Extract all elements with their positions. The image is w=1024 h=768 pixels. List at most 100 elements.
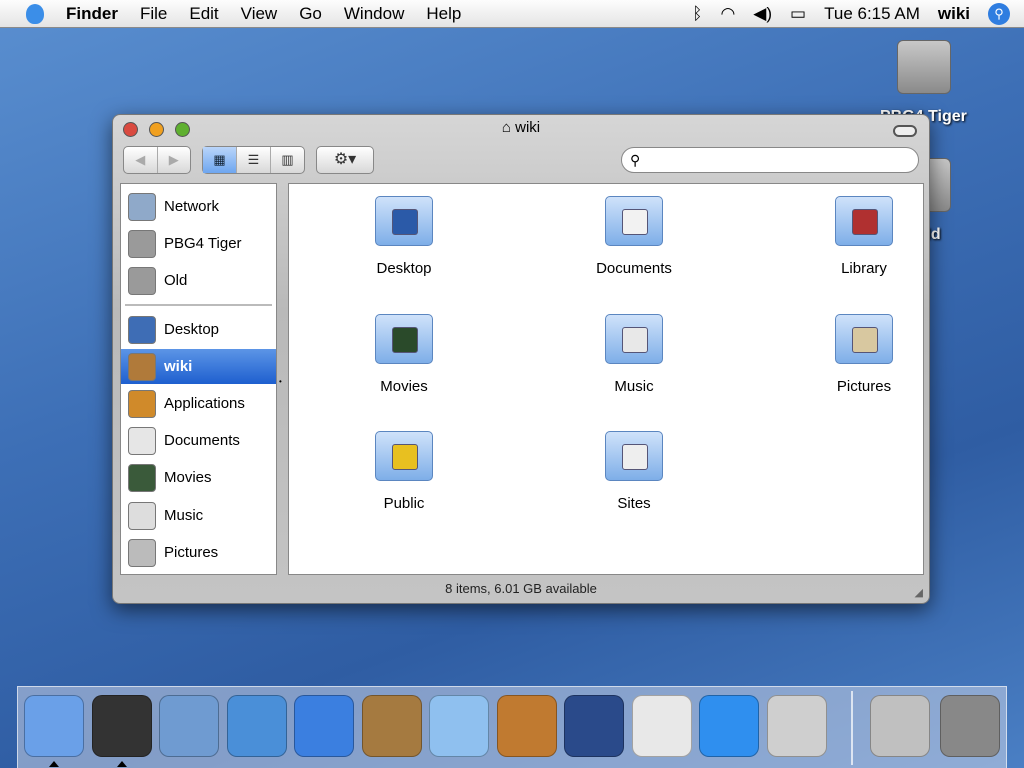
search-icon: ⚲ — [630, 152, 641, 168]
sidebar-item-movies[interactable]: Movies — [121, 460, 276, 495]
sidebar-item-applications[interactable]: Applications — [121, 386, 276, 421]
dock-system-preferences-icon[interactable] — [766, 695, 827, 757]
folder-movies[interactable]: Movies — [329, 314, 479, 395]
user-menu[interactable]: wiki — [938, 4, 970, 24]
folder-icon — [605, 196, 663, 246]
dock-dashboard-icon[interactable] — [91, 695, 152, 757]
volume-icon[interactable]: ◀) — [753, 4, 772, 24]
wifi-icon[interactable]: ◠ — [720, 4, 735, 24]
hard-drive-icon[interactable] — [897, 40, 951, 94]
folder-pictures[interactable]: Pictures — [789, 314, 939, 395]
gear-icon: ⚙▾ — [333, 151, 357, 168]
window-title: ⌂ wiki — [501, 119, 541, 136]
library-emblem-icon — [852, 209, 878, 235]
dock-mail-icon[interactable] — [159, 695, 219, 757]
sidebar-item-label: Movies — [164, 469, 212, 486]
sidebar-item-label: Music — [164, 507, 204, 524]
home-icon: ⌂ — [501, 119, 516, 136]
network-icon — [128, 192, 156, 221]
back-button[interactable]: ◀ — [124, 147, 158, 173]
folder-label: Pictures — [836, 378, 892, 395]
running-indicator — [49, 761, 59, 767]
folder-music[interactable]: Music — [559, 314, 709, 395]
apple-menu-icon[interactable] — [26, 3, 44, 24]
applications-icon — [128, 389, 156, 418]
sidebar-item-documents[interactable]: Documents — [121, 423, 276, 458]
folder-label: Public — [383, 495, 425, 512]
sidebar-item-wiki[interactable]: wiki — [121, 349, 276, 384]
pictures-icon — [128, 538, 156, 567]
sidebar-item-network[interactable]: Network — [121, 189, 276, 224]
sites-emblem-icon — [622, 444, 648, 470]
search-input[interactable]: ⚲ — [621, 147, 919, 173]
wiki-icon — [128, 352, 156, 381]
column-view-button[interactable]: ▥ — [271, 147, 304, 173]
toolbar-toggle-button[interactable] — [893, 125, 917, 137]
sidebar-item-music[interactable]: Music — [121, 498, 276, 533]
menu-edit[interactable]: Edit — [189, 4, 218, 24]
dock — [17, 686, 1007, 768]
sidebar-item-desktop[interactable]: Desktop — [121, 312, 276, 347]
folder-icon — [375, 314, 433, 364]
dock-finder-icon[interactable] — [24, 695, 84, 757]
dock-separator — [851, 691, 853, 765]
menu-go[interactable]: Go — [299, 4, 322, 24]
sidebar-item-label: Desktop — [164, 321, 220, 338]
running-indicator — [116, 761, 127, 767]
folder-public[interactable]: Public — [329, 431, 479, 512]
folder-library[interactable]: Library — [789, 196, 939, 277]
sidebar-item-label: PBG4 Tiger — [164, 235, 242, 252]
folder-icon — [835, 314, 893, 364]
menu-file[interactable]: File — [140, 4, 167, 24]
sidebar-item-label: Network — [164, 198, 220, 215]
folder-label: Desktop — [376, 260, 432, 277]
dock-imovie-icon[interactable] — [564, 695, 624, 757]
forward-button[interactable]: ▶ — [158, 147, 191, 173]
movies-emblem-icon — [392, 327, 418, 353]
menu-help[interactable]: Help — [426, 4, 461, 24]
clock[interactable]: Tue 6:15 AM — [824, 4, 920, 24]
bluetooth-icon[interactable]: ᛒ — [692, 4, 702, 24]
pictures-emblem-icon — [852, 327, 878, 353]
sidebar: Network PBG4 Tiger Old Desktop wiki Applicati… — [120, 183, 277, 575]
sidebar-item-pictures[interactable]: Pictures — [121, 535, 276, 570]
dock-address-book-icon[interactable] — [361, 695, 422, 757]
dock-safari-icon[interactable] — [226, 695, 287, 757]
dock-internet-connect-icon[interactable] — [870, 695, 930, 757]
sidebar-item-old[interactable]: Old — [121, 263, 276, 298]
action-menu-button[interactable]: ⚙▾ — [316, 146, 374, 174]
view-switcher: ▦ ☰ ▥ — [202, 146, 305, 174]
folder-documents[interactable]: Documents — [559, 196, 709, 277]
folder-icon — [605, 314, 663, 364]
dock-iphoto-icon[interactable] — [496, 695, 557, 757]
documents-emblem-icon — [622, 209, 648, 235]
folder-label: Library — [841, 260, 887, 277]
resize-grip[interactable]: ◢ — [915, 586, 923, 599]
sidebar-item-label: Pictures — [164, 544, 219, 561]
dock-ical-icon[interactable] — [631, 695, 692, 757]
icon-view-button[interactable]: ▦ — [203, 147, 237, 173]
folder-label: Sites — [617, 495, 651, 512]
documents-icon — [128, 426, 156, 455]
folder-sites[interactable]: Sites — [559, 431, 709, 512]
movies-icon — [128, 463, 156, 492]
finder-window: ⌂ wiki ◀ ▶ ▦ ☰ ▥ ⚙▾ ⚲ Network PBG4 Tiger O… — [112, 114, 930, 604]
dock-ichat-icon[interactable] — [294, 695, 354, 757]
menu-window[interactable]: Window — [344, 4, 404, 24]
icon-view-content: Desktop Documents Library Movies Music Pictur… — [288, 183, 924, 575]
music-icon — [128, 501, 156, 530]
dock-trash-icon[interactable] — [940, 695, 1000, 757]
sidebar-resize-handle[interactable]: • — [279, 377, 282, 386]
list-view-button[interactable]: ☰ — [237, 147, 271, 173]
folder-desktop[interactable]: Desktop — [329, 196, 479, 277]
sidebar-item-label: Applications — [164, 395, 245, 412]
dock-itunes-icon[interactable] — [429, 695, 489, 757]
sidebar-item-label: wiki — [164, 358, 193, 375]
dock-quicktime-icon[interactable] — [699, 695, 759, 757]
menu-finder[interactable]: Finder — [66, 4, 118, 24]
battery-icon[interactable]: ▭ — [790, 4, 806, 24]
folder-icon — [375, 196, 433, 246]
spotlight-icon[interactable]: ⚲ — [988, 3, 1010, 25]
sidebar-item-pbg4-tiger[interactable]: PBG4 Tiger — [121, 226, 276, 261]
menu-view[interactable]: View — [241, 4, 278, 24]
